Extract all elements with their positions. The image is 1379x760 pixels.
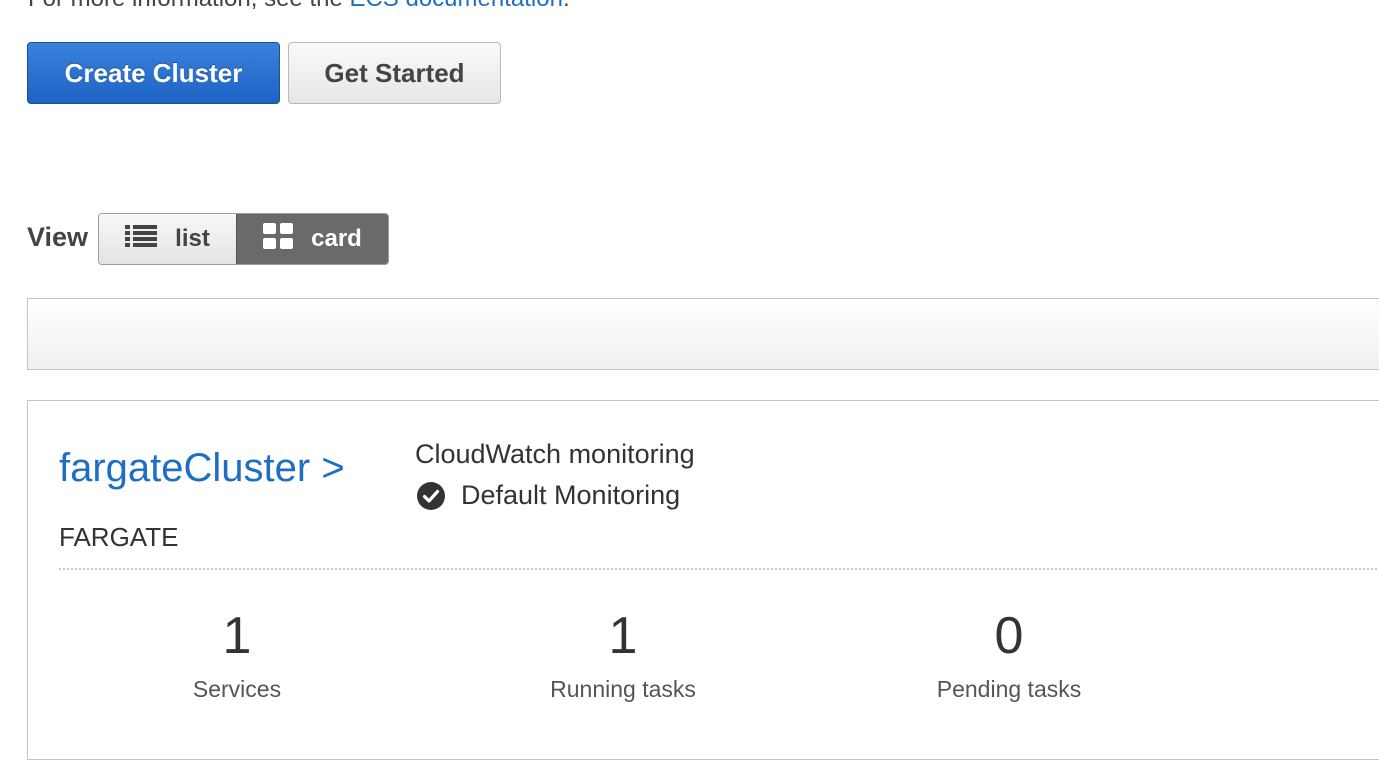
view-card-button[interactable]: card xyxy=(236,214,388,264)
view-card-label: card xyxy=(311,225,362,252)
stat-value: 0 xyxy=(994,607,1024,665)
cluster-card: fargateCluster > FARGATE CloudWatch moni… xyxy=(27,400,1379,760)
intro-suffix: . xyxy=(563,0,570,12)
create-cluster-button[interactable]: Create Cluster xyxy=(27,42,280,104)
stat-pending-tasks: 0 Pending tasks xyxy=(859,606,1159,703)
view-list-label: list xyxy=(175,225,210,252)
stat-services: 1 Services xyxy=(87,606,387,703)
stat-value: 1 xyxy=(222,607,252,665)
grid-icon xyxy=(263,222,294,256)
view-label: View xyxy=(27,222,89,252)
view-toggle: list card xyxy=(98,213,389,265)
get-started-button[interactable]: Get Started xyxy=(288,42,501,104)
divider xyxy=(59,568,1379,570)
check-circle-icon xyxy=(417,481,445,510)
stat-label: Services xyxy=(192,676,282,702)
list-icon xyxy=(125,224,158,255)
view-list-button[interactable]: list xyxy=(99,214,236,264)
monitoring-status-label: Default Monitoring xyxy=(461,480,681,510)
stat-value: 1 xyxy=(608,607,638,665)
monitoring-title: CloudWatch monitoring xyxy=(415,439,695,469)
stat-running-tasks: 1 Running tasks xyxy=(473,606,773,703)
stat-label: Running tasks xyxy=(550,676,696,702)
intro-prefix: For more information, see the xyxy=(28,0,349,12)
intro-text: For more information, see the ECS docume… xyxy=(28,0,570,13)
stat-label: Pending tasks xyxy=(936,676,1082,702)
cluster-type: FARGATE xyxy=(59,522,179,552)
filter-bar xyxy=(27,298,1379,370)
cluster-name-link[interactable]: fargateCluster > xyxy=(59,446,345,491)
monitoring-status: Default Monitoring xyxy=(417,480,680,511)
ecs-documentation-link[interactable]: ECS documentation xyxy=(349,0,562,12)
